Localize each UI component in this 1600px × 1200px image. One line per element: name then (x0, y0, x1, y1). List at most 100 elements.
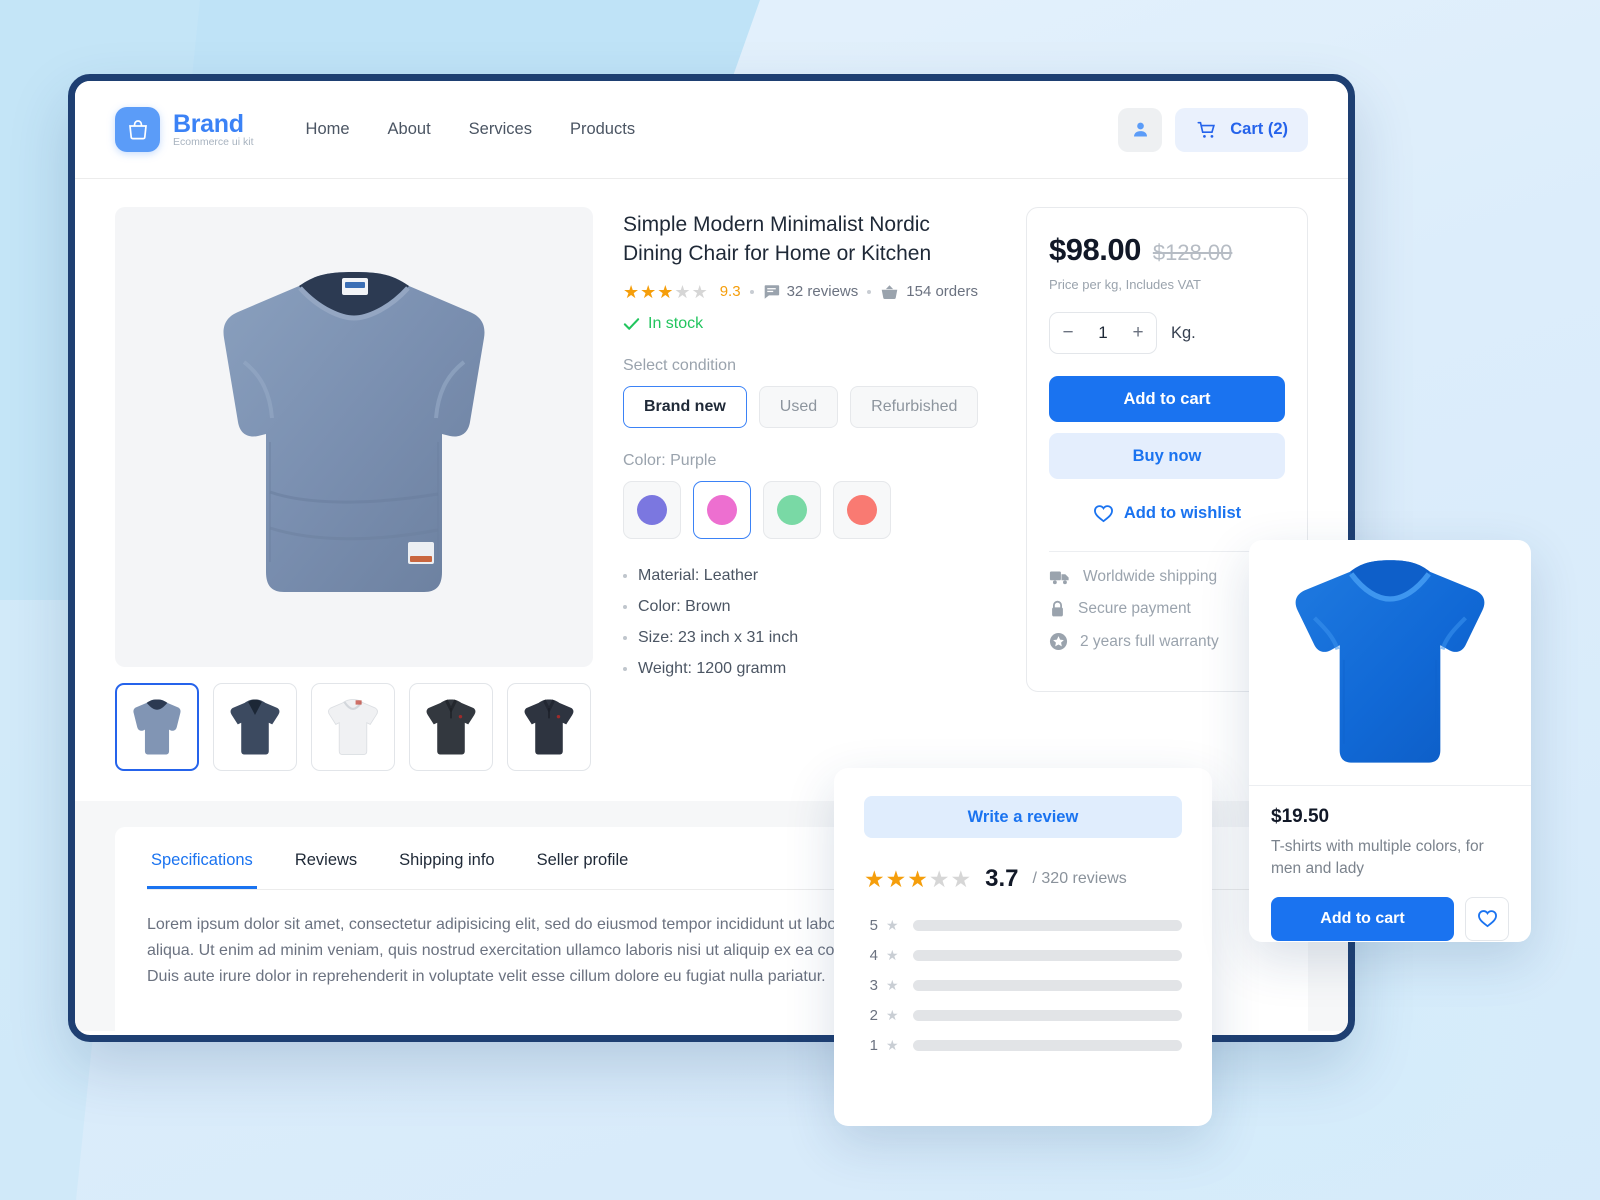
brand-logo[interactable]: Brand Ecommerce ui kit (115, 107, 254, 152)
nav-item-services[interactable]: Services (469, 120, 532, 139)
related-wishlist-button[interactable] (1465, 896, 1509, 941)
review-star-5: ★ (950, 865, 972, 892)
user-icon (1130, 119, 1151, 140)
rating-bar-label-5: 5 (869, 917, 878, 934)
trust-label-warranty: 2 years full warranty (1080, 632, 1219, 650)
write-review-button[interactable]: Write a review (864, 796, 1182, 838)
thumbnail-blue-long-sleeve-shirt[interactable] (115, 683, 199, 771)
reviews-count-label: 32 reviews (786, 283, 859, 301)
reviews-count[interactable]: 32 reviews (763, 283, 859, 301)
check-icon (623, 317, 640, 331)
add-to-wishlist-button[interactable]: Add to wishlist (1049, 491, 1285, 535)
related-product-card[interactable]: $19.50 T-shirts with multiple colors, fo… (1249, 540, 1531, 942)
product-meta: ★ ★ ★ ★ ★ 9.3 32 reviews 154 orders (623, 283, 996, 301)
price-row: $98.00 $128.00 (1049, 232, 1285, 268)
thumbnail-dark-vneck-tshirt[interactable] (213, 683, 297, 771)
star-badge-icon (1049, 632, 1068, 651)
color-swatch-red[interactable] (833, 480, 891, 539)
heart-icon (1477, 909, 1498, 928)
review-average-score: 3.7 (985, 865, 1019, 892)
rating-bar-row-5: 5 ★ (864, 917, 1182, 934)
comment-icon (763, 284, 780, 300)
review-star-4: ★ (928, 865, 950, 892)
cart-button[interactable]: Cart (2) (1175, 107, 1308, 152)
quantity-decrement-button[interactable]: − (1050, 313, 1086, 353)
rating-bar-track-5 (912, 920, 1182, 931)
stock-status-label: In stock (648, 314, 704, 332)
quantity-stepper[interactable]: − 1 + (1049, 312, 1157, 354)
condition-brand-new[interactable]: Brand new (623, 385, 747, 428)
review-star-1: ★ (864, 865, 885, 892)
tab-reviews[interactable]: Reviews (291, 827, 361, 889)
nav-item-about[interactable]: About (388, 120, 431, 139)
rating-bar-track-3 (912, 980, 1182, 991)
tab-specifications[interactable]: Specifications (147, 827, 257, 889)
condition-label: Select condition (623, 356, 736, 374)
brand-tagline: Ecommerce ui kit (173, 135, 254, 148)
related-add-to-cart-button[interactable]: Add to cart (1271, 896, 1454, 941)
review-total-count: / 320 reviews (1032, 870, 1127, 887)
color-swatch-purple[interactable] (623, 480, 681, 539)
lock-icon (1049, 600, 1066, 618)
quantity-increment-button[interactable]: + (1120, 313, 1156, 353)
minus-icon: − (1062, 322, 1074, 343)
review-rating-stars: ★ ★ ★ ★ ★ (864, 865, 972, 892)
header-actions: Cart (2) (1118, 107, 1308, 152)
related-product-image (1249, 540, 1531, 785)
orders-count: 154 orders (880, 283, 978, 301)
rating-bar-track-1 (912, 1040, 1182, 1051)
vat-note: Price per kg, Includes VAT (1049, 277, 1201, 292)
condition-options: Brand new Used Refurbished (623, 385, 996, 428)
rating-bar-star-1: ★ (886, 1037, 899, 1053)
tab-shipping-info[interactable]: Shipping info (395, 827, 498, 889)
quantity-value: 1 (1098, 323, 1108, 342)
nav-item-products[interactable]: Products (570, 120, 635, 139)
thumbnail-white-tshirt[interactable] (311, 683, 395, 771)
product-spec-list: Material: Leather Color: Brown Size: 23 … (623, 567, 996, 678)
spec-color-text: Color: Brown (638, 597, 731, 615)
color-swatch-green[interactable] (763, 480, 821, 539)
spec-item-color: Color: Brown (623, 598, 996, 616)
spec-item-material: Material: Leather (623, 567, 996, 585)
rating-bar-row-4: 4 ★ (864, 947, 1182, 964)
thumbnail-dark-polo-shirt[interactable] (409, 683, 493, 771)
wishlist-label: Add to wishlist (1123, 503, 1242, 522)
truck-icon (1049, 569, 1071, 586)
rating-bar-star-3: ★ (886, 977, 899, 993)
rating-bar-label-1: 1 (869, 1037, 878, 1054)
spec-size-text: Size: 23 inch x 31 inch (638, 628, 799, 646)
current-price: $98.00 (1049, 232, 1141, 267)
main-navigation: Home About Services Products (306, 120, 636, 139)
thumbnail-navy-polo-shirt[interactable] (507, 683, 591, 771)
original-price: $128.00 (1152, 240, 1233, 265)
brand-name: Brand (173, 109, 244, 138)
add-to-cart-button[interactable]: Add to cart (1049, 376, 1285, 422)
stock-status: In stock (623, 315, 996, 333)
related-product-description: T-shirts with multiple colors, for men a… (1271, 838, 1484, 878)
color-options (623, 480, 996, 539)
basket-icon (880, 283, 899, 301)
rating-bar-row-3: 3 ★ (864, 977, 1182, 994)
rating-bar-track-4 (912, 950, 1182, 961)
related-product-actions: Add to cart (1271, 896, 1509, 941)
rating-bar-label-2: 2 (869, 1007, 878, 1024)
star-5: ★ (691, 281, 708, 302)
color-label: Color: Purple (623, 451, 717, 469)
rating-bar-row-2: 2 ★ (864, 1007, 1182, 1024)
trust-label-payment: Secure payment (1078, 600, 1191, 617)
condition-refurbished[interactable]: Refurbished (850, 385, 979, 428)
shopping-bag-icon (115, 107, 160, 152)
star-1: ★ (623, 281, 640, 302)
hero-product-image[interactable] (115, 207, 593, 667)
rating-bar-row-1: 1 ★ (864, 1037, 1182, 1054)
color-swatch-pink[interactable] (693, 480, 751, 539)
account-button[interactable] (1118, 107, 1163, 152)
condition-used[interactable]: Used (758, 385, 839, 428)
tab-seller-profile[interactable]: Seller profile (533, 827, 633, 889)
buy-now-button[interactable]: Buy now (1049, 433, 1285, 479)
spec-item-size: Size: 23 inch x 31 inch (623, 629, 996, 647)
product-gallery (115, 207, 593, 771)
nav-item-home[interactable]: Home (306, 120, 350, 139)
product-info: Simple Modern Minimalist Nordic Dining C… (623, 207, 996, 771)
spec-item-weight: Weight: 1200 gramm (623, 660, 996, 678)
